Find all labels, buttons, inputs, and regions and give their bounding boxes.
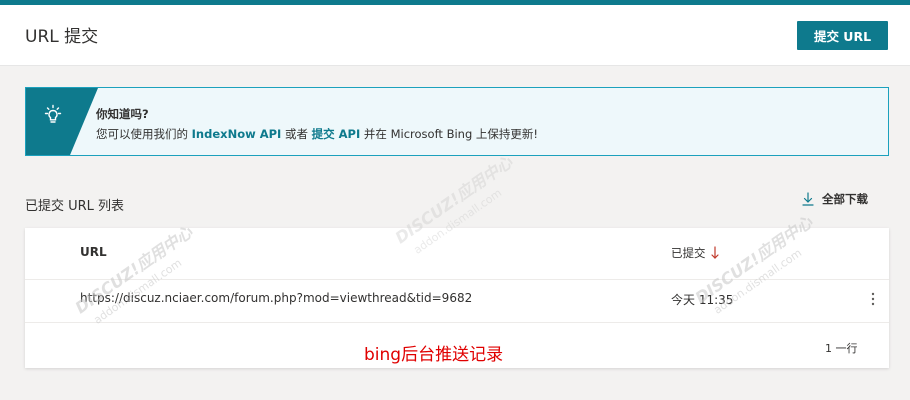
indexnow-api-link[interactable]: IndexNow API xyxy=(192,127,282,141)
submit-api-link[interactable]: 提交 API xyxy=(312,127,361,141)
column-header-submitted-label: 已提交 xyxy=(671,246,706,260)
submitted-url-table: URL 已提交 https://discuz.nciaer.com/forum.… xyxy=(25,228,889,368)
download-icon xyxy=(802,192,814,206)
banner-text-part1: 您可以使用我们的 xyxy=(96,127,192,141)
lightbulb-icon xyxy=(44,104,62,123)
row-divider xyxy=(25,322,889,323)
table-row-url[interactable]: https://discuz.nciaer.com/forum.php?mod=… xyxy=(80,291,472,305)
page-title: URL 提交 xyxy=(25,27,99,47)
row-count: 1 一行 xyxy=(825,342,858,355)
banner-title: 你知道吗? xyxy=(96,107,149,121)
banner-text-part3: 并在 Microsoft Bing 上保持更新! xyxy=(360,127,539,141)
section-title: 已提交 URL 列表 xyxy=(25,199,125,214)
annotation-caption: bing后台推送记录 xyxy=(364,345,504,365)
submit-url-button[interactable]: 提交 URL xyxy=(797,21,888,50)
page-header: URL 提交 提交 URL xyxy=(0,5,910,66)
row-divider xyxy=(25,279,889,280)
banner-text: 您可以使用我们的 IndexNow API 或者 提交 API 并在 Micro… xyxy=(96,126,538,142)
column-header-url[interactable]: URL xyxy=(80,245,107,259)
column-header-submitted[interactable]: 已提交 xyxy=(671,245,720,261)
download-all-button[interactable]: 全部下载 xyxy=(802,190,868,208)
info-banner: 你知道吗? 您可以使用我们的 IndexNow API 或者 提交 API 并在… xyxy=(25,87,889,156)
banner-text-part2: 或者 xyxy=(281,127,312,141)
more-options-icon[interactable] xyxy=(867,290,879,308)
sort-down-arrow-icon xyxy=(710,246,719,259)
table-row-time: 今天 11:35 xyxy=(671,293,734,307)
banner-icon-area xyxy=(26,88,98,155)
download-all-label: 全部下载 xyxy=(822,192,868,206)
